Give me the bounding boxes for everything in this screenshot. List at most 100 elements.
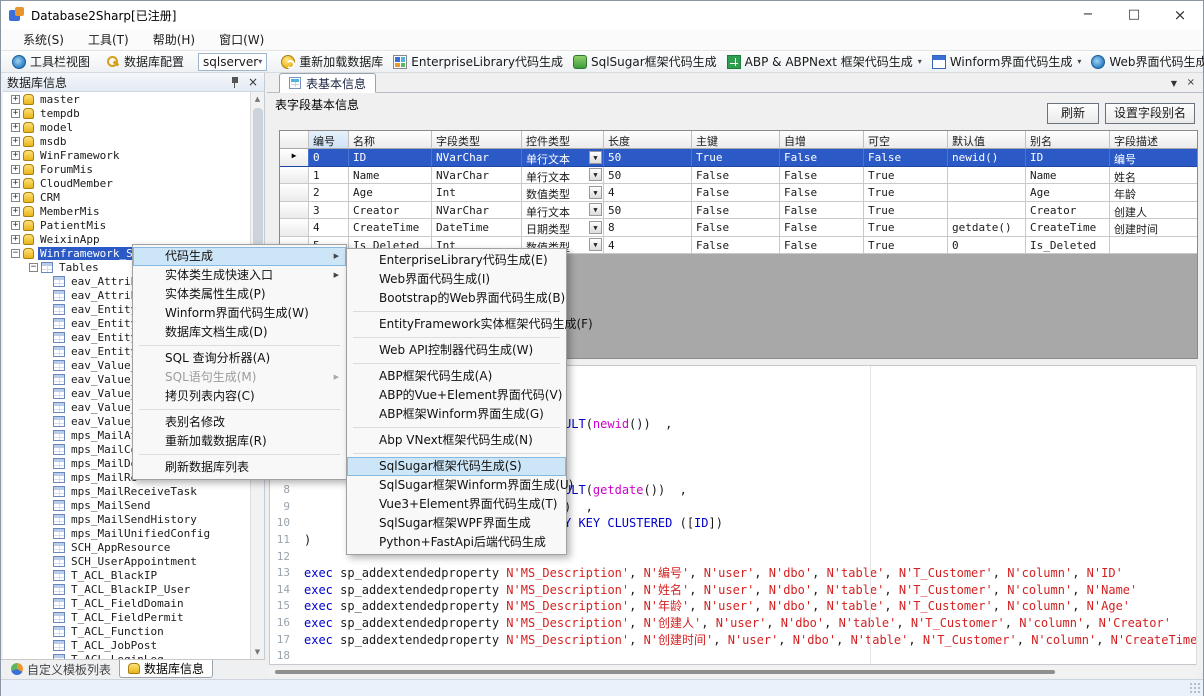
context-menu-item[interactable]: 刷新数据库列表 [133, 458, 346, 477]
tree-item[interactable]: T_ACL_JobPost [3, 638, 251, 652]
submenu-item[interactable]: Web API控制器代码生成(W) [347, 341, 566, 360]
dropdown-arrow-icon[interactable]: ▾ [918, 57, 922, 66]
tree-item[interactable]: +PatientMis [3, 218, 251, 232]
grid-cell[interactable]: NVarChar [432, 149, 522, 167]
grid-cell[interactable]: 单行文本▼ [522, 202, 604, 220]
grid-cell[interactable] [948, 184, 1026, 202]
grid-column-header[interactable]: 长度 [604, 131, 692, 149]
grid-cell[interactable]: ID [1026, 149, 1110, 167]
tree-item[interactable]: +model [3, 120, 251, 134]
grid-column-header[interactable]: 默认值 [948, 131, 1026, 149]
submenu-item[interactable]: Python+FastApi后端代码生成 [347, 533, 566, 552]
submenu-item[interactable]: Web界面代码生成(I) [347, 270, 566, 289]
close-button[interactable]: × [1157, 1, 1203, 29]
grid-column-header[interactable]: 可空 [864, 131, 948, 149]
grid-cell[interactable]: Creator [1026, 202, 1110, 220]
grid-cell[interactable] [948, 167, 1026, 185]
tree-expander[interactable]: + [11, 151, 20, 160]
submenu-item[interactable]: EnterpriseLibrary代码生成(E) [347, 251, 566, 270]
toolbar-button[interactable]: SqlSugar框架代码生成 [568, 52, 722, 71]
grid-cell[interactable]: False [780, 184, 864, 202]
grid-cell[interactable]: NVarChar [432, 202, 522, 220]
toolbar-button[interactable]: 重新加载数据库 [276, 52, 388, 71]
tree-item[interactable]: +master [3, 92, 251, 106]
context-menu-item[interactable]: SQL 查询分析器(A) [133, 349, 346, 368]
grid-row[interactable]: 2AgeInt数值类型▼4FalseFalseTrueAge年龄 [280, 184, 1197, 202]
dropdown-button[interactable]: ▼ [589, 203, 602, 216]
grid-cell[interactable]: Age [1026, 184, 1110, 202]
grid-cell[interactable]: 0 [948, 237, 1026, 255]
grid-cell[interactable]: False [692, 237, 780, 255]
context-menu-item[interactable]: 拷贝列表内容(C) [133, 387, 346, 406]
toolbar-button[interactable]: 工具栏视图 [7, 52, 95, 71]
grid-cell[interactable]: True [864, 184, 948, 202]
resize-grip[interactable] [1189, 682, 1201, 694]
tree-item[interactable]: +tempdb [3, 106, 251, 120]
grid-cell[interactable]: Name [1026, 167, 1110, 185]
grid-cell[interactable]: Creator [349, 202, 432, 220]
tree-expander[interactable]: + [11, 207, 20, 216]
dropdown-button[interactable]: ▼ [589, 221, 602, 234]
context-menu-item[interactable]: 数据库文档生成(D) [133, 323, 346, 342]
code-horizontal-scrollbar[interactable] [269, 667, 1198, 677]
tree-expander[interactable]: + [11, 165, 20, 174]
refresh-button[interactable]: 刷新 [1047, 103, 1099, 124]
tree-expander[interactable]: + [11, 109, 20, 118]
submenu-item[interactable]: Abp VNext框架代码生成(N) [347, 431, 566, 450]
tab-database-info[interactable]: 数据库信息 [119, 660, 213, 678]
grid-cell[interactable]: False [692, 167, 780, 185]
scrollbar-thumb[interactable] [275, 670, 1055, 674]
dropdown-button[interactable]: ▼ [589, 151, 602, 164]
grid-cell[interactable]: True [864, 219, 948, 237]
tree-expander[interactable]: + [11, 123, 20, 132]
grid-cell[interactable]: 日期类型▼ [522, 219, 604, 237]
grid-cell[interactable]: True [864, 237, 948, 255]
tree-item[interactable]: +ForumMis [3, 162, 251, 176]
grid-cell[interactable]: False [780, 167, 864, 185]
grid-cell[interactable]: False [780, 237, 864, 255]
context-menu-item[interactable]: 表别名修改 [133, 413, 346, 432]
tree-expander[interactable]: + [11, 221, 20, 230]
tree-item[interactable]: SCH_UserAppointment [3, 554, 251, 568]
grid-cell[interactable]: CreateTime [349, 219, 432, 237]
connection-combo[interactable]: sqlserver▾ [198, 53, 267, 71]
menubar-item[interactable]: 窗口(W) [207, 29, 276, 50]
grid-cell[interactable]: False [692, 202, 780, 220]
menubar-item[interactable]: 工具(T) [76, 29, 141, 50]
tree-expander[interactable]: + [11, 95, 20, 104]
tree-item[interactable]: T_ACL_BlackIP_User [3, 582, 251, 596]
row-header-cell[interactable]: ▶ [280, 149, 309, 167]
tree-item[interactable]: mps_MailSend [3, 498, 251, 512]
grid-column-header[interactable]: 名称 [349, 131, 432, 149]
grid-cell[interactable]: 年龄 [1110, 184, 1198, 202]
tree-item[interactable]: SCH_AppResource [3, 540, 251, 554]
toolbar-button[interactable]: ABP & ABPNext 框架代码生成▾ [722, 52, 927, 71]
tab-table-basic-info[interactable]: 表基本信息 [279, 73, 376, 93]
grid-cell[interactable]: 8 [604, 219, 692, 237]
grid-cell[interactable]: False [692, 219, 780, 237]
tab-list-dropdown-icon[interactable]: ▼ [1171, 79, 1177, 88]
submenu-item[interactable]: Bootstrap的Web界面代码生成(B) [347, 289, 566, 308]
context-menu-item[interactable]: 重新加载数据库(R) [133, 432, 346, 451]
grid-cell[interactable]: DateTime [432, 219, 522, 237]
grid-column-header[interactable]: 编号 [309, 131, 349, 149]
toolbar-button[interactable]: EnterpriseLibrary代码生成 [388, 52, 568, 71]
grid-cell[interactable]: ID [349, 149, 432, 167]
grid-cell[interactable]: 数值类型▼ [522, 184, 604, 202]
grid-column-header[interactable]: 控件类型 [522, 131, 604, 149]
tree-item[interactable]: T_ACL_LoginLog [3, 652, 251, 659]
grid-cell[interactable]: 50 [604, 202, 692, 220]
grid-cell[interactable]: 2 [309, 184, 349, 202]
grid-cell[interactable]: Is_Deleted [1026, 237, 1110, 255]
grid-cell[interactable]: getdate() [948, 219, 1026, 237]
grid-cell[interactable]: 3 [309, 202, 349, 220]
context-menu-item[interactable]: 实体类属性生成(P) [133, 285, 346, 304]
submenu-item[interactable]: ABP框架代码生成(A) [347, 367, 566, 386]
tree-item[interactable]: T_ACL_Function [3, 624, 251, 638]
dropdown-button[interactable]: ▼ [589, 186, 602, 199]
tree-item[interactable]: T_ACL_FieldPermit [3, 610, 251, 624]
menubar-item[interactable]: 帮助(H) [141, 29, 207, 50]
grid-cell[interactable]: Int [432, 184, 522, 202]
maximize-button[interactable]: □ [1111, 1, 1157, 29]
dropdown-button[interactable]: ▼ [589, 238, 602, 251]
